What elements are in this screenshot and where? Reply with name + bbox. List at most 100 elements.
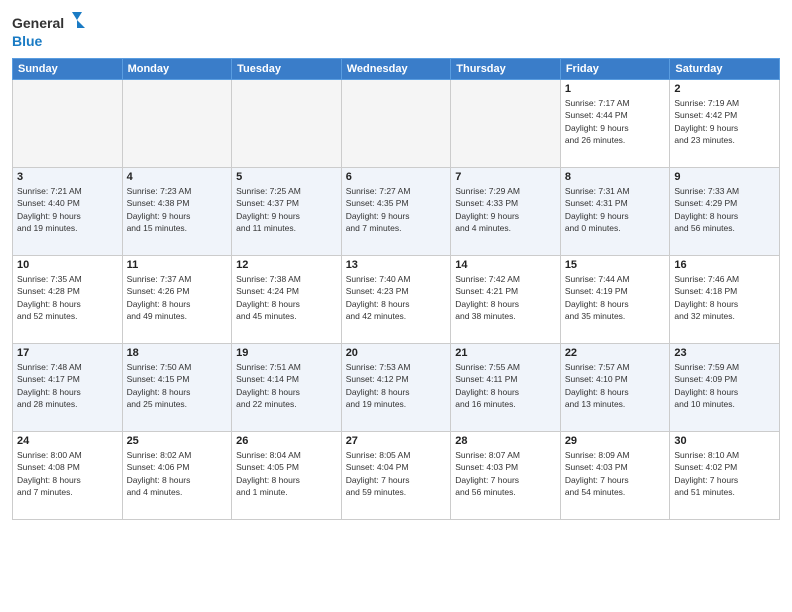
day-number: 27: [346, 435, 447, 447]
calendar-cell: 9 Sunrise: 7:33 AMSunset: 4:29 PMDaylight…: [670, 168, 780, 256]
day-info: Sunrise: 7:48 AMSunset: 4:17 PMDaylight:…: [17, 361, 118, 410]
day-header-sunday: Sunday: [13, 59, 123, 80]
calendar-cell: 25 Sunrise: 8:02 AMSunset: 4:06 PMDayligh…: [122, 432, 232, 520]
day-number: 25: [127, 435, 228, 447]
calendar-cell: 13 Sunrise: 7:40 AMSunset: 4:23 PMDayligh…: [341, 256, 451, 344]
day-header-wednesday: Wednesday: [341, 59, 451, 80]
calendar-cell: 24 Sunrise: 8:00 AMSunset: 4:08 PMDayligh…: [13, 432, 123, 520]
day-info: Sunrise: 8:04 AMSunset: 4:05 PMDaylight:…: [236, 449, 337, 498]
day-info: Sunrise: 7:33 AMSunset: 4:29 PMDaylight:…: [674, 185, 775, 234]
logo: GeneralBlue: [12, 10, 92, 50]
day-number: 14: [455, 259, 556, 271]
calendar-cell: 10 Sunrise: 7:35 AMSunset: 4:28 PMDayligh…: [13, 256, 123, 344]
day-number: 16: [674, 259, 775, 271]
day-number: 10: [17, 259, 118, 271]
day-number: 11: [127, 259, 228, 271]
day-info: Sunrise: 7:40 AMSunset: 4:23 PMDaylight:…: [346, 273, 447, 322]
calendar-cell: 7 Sunrise: 7:29 AMSunset: 4:33 PMDaylight…: [451, 168, 561, 256]
day-info: Sunrise: 7:35 AMSunset: 4:28 PMDaylight:…: [17, 273, 118, 322]
calendar-cell: 2 Sunrise: 7:19 AMSunset: 4:42 PMDaylight…: [670, 80, 780, 168]
calendar-cell: 30 Sunrise: 8:10 AMSunset: 4:02 PMDayligh…: [670, 432, 780, 520]
calendar-week-5: 24 Sunrise: 8:00 AMSunset: 4:08 PMDayligh…: [13, 432, 780, 520]
day-info: Sunrise: 7:59 AMSunset: 4:09 PMDaylight:…: [674, 361, 775, 410]
day-info: Sunrise: 7:55 AMSunset: 4:11 PMDaylight:…: [455, 361, 556, 410]
svg-text:General: General: [12, 15, 64, 31]
calendar-body: 1 Sunrise: 7:17 AMSunset: 4:44 PMDaylight…: [13, 80, 780, 520]
day-number: 13: [346, 259, 447, 271]
day-number: 21: [455, 347, 556, 359]
day-info: Sunrise: 7:19 AMSunset: 4:42 PMDaylight:…: [674, 97, 775, 146]
day-info: Sunrise: 7:53 AMSunset: 4:12 PMDaylight:…: [346, 361, 447, 410]
day-header-thursday: Thursday: [451, 59, 561, 80]
calendar-week-1: 1 Sunrise: 7:17 AMSunset: 4:44 PMDaylight…: [13, 80, 780, 168]
day-number: 1: [565, 83, 666, 95]
calendar-cell: 4Sunrise: 7:23 AMSunset: 4:38 PMDaylight…: [122, 168, 232, 256]
day-info: Sunrise: 8:05 AMSunset: 4:04 PMDaylight:…: [346, 449, 447, 498]
day-number: 8: [565, 171, 666, 183]
calendar-cell: 3 Sunrise: 7:21 AMSunset: 4:40 PMDaylight…: [13, 168, 123, 256]
day-number: 22: [565, 347, 666, 359]
day-number: 7: [455, 171, 556, 183]
day-info: Sunrise: 7:25 AMSunset: 4:37 PMDaylight:…: [236, 185, 337, 234]
day-header-friday: Friday: [560, 59, 670, 80]
day-number: 20: [346, 347, 447, 359]
day-info: Sunrise: 7:27 AMSunset: 4:35 PMDaylight:…: [346, 185, 447, 234]
day-info: Sunrise: 8:09 AMSunset: 4:03 PMDaylight:…: [565, 449, 666, 498]
day-info: Sunrise: 7:57 AMSunset: 4:10 PMDaylight:…: [565, 361, 666, 410]
calendar-cell: 19 Sunrise: 7:51 AMSunset: 4:14 PMDayligh…: [232, 344, 342, 432]
calendar-cell: [13, 80, 123, 168]
calendar-cell: 1 Sunrise: 7:17 AMSunset: 4:44 PMDaylight…: [560, 80, 670, 168]
day-info: Sunrise: 7:17 AMSunset: 4:44 PMDaylight:…: [565, 97, 666, 146]
day-info: Sunrise: 7:38 AMSunset: 4:24 PMDaylight:…: [236, 273, 337, 322]
calendar-cell: 28Sunrise: 8:07 AMSunset: 4:03 PMDayligh…: [451, 432, 561, 520]
day-info: Sunrise: 7:46 AMSunset: 4:18 PMDaylight:…: [674, 273, 775, 322]
calendar-cell: 15Sunrise: 7:44 AMSunset: 4:19 PMDayligh…: [560, 256, 670, 344]
day-number: 24: [17, 435, 118, 447]
calendar-cell: [451, 80, 561, 168]
calendar-cell: 8 Sunrise: 7:31 AMSunset: 4:31 PMDaylight…: [560, 168, 670, 256]
day-number: 2: [674, 83, 775, 95]
day-info: Sunrise: 7:23 AMSunset: 4:38 PMDaylight:…: [127, 185, 228, 234]
day-info: Sunrise: 8:02 AMSunset: 4:06 PMDaylight:…: [127, 449, 228, 498]
logo-icon: GeneralBlue: [12, 10, 92, 50]
calendar-cell: 11 Sunrise: 7:37 AMSunset: 4:26 PMDayligh…: [122, 256, 232, 344]
calendar-week-3: 10 Sunrise: 7:35 AMSunset: 4:28 PMDayligh…: [13, 256, 780, 344]
day-number: 19: [236, 347, 337, 359]
day-header-saturday: Saturday: [670, 59, 780, 80]
calendar: SundayMondayTuesdayWednesdayThursdayFrid…: [12, 58, 780, 520]
calendar-week-4: 17 Sunrise: 7:48 AMSunset: 4:17 PMDayligh…: [13, 344, 780, 432]
day-info: Sunrise: 8:00 AMSunset: 4:08 PMDaylight:…: [17, 449, 118, 498]
calendar-cell: [341, 80, 451, 168]
day-info: Sunrise: 7:29 AMSunset: 4:33 PMDaylight:…: [455, 185, 556, 234]
day-number: 29: [565, 435, 666, 447]
calendar-cell: 21 Sunrise: 7:55 AMSunset: 4:11 PMDayligh…: [451, 344, 561, 432]
day-number: 12: [236, 259, 337, 271]
calendar-cell: 6 Sunrise: 7:27 AMSunset: 4:35 PMDaylight…: [341, 168, 451, 256]
page-header: GeneralBlue: [12, 10, 780, 50]
day-header-monday: Monday: [122, 59, 232, 80]
day-info: Sunrise: 7:51 AMSunset: 4:14 PMDaylight:…: [236, 361, 337, 410]
calendar-cell: 18Sunrise: 7:50 AMSunset: 4:15 PMDayligh…: [122, 344, 232, 432]
calendar-cell: 27 Sunrise: 8:05 AMSunset: 4:04 PMDayligh…: [341, 432, 451, 520]
day-number: 3: [17, 171, 118, 183]
calendar-cell: 20 Sunrise: 7:53 AMSunset: 4:12 PMDayligh…: [341, 344, 451, 432]
day-info: Sunrise: 7:37 AMSunset: 4:26 PMDaylight:…: [127, 273, 228, 322]
day-info: Sunrise: 8:10 AMSunset: 4:02 PMDaylight:…: [674, 449, 775, 498]
day-number: 17: [17, 347, 118, 359]
day-info: Sunrise: 7:21 AMSunset: 4:40 PMDaylight:…: [17, 185, 118, 234]
calendar-cell: 23Sunrise: 7:59 AMSunset: 4:09 PMDayligh…: [670, 344, 780, 432]
day-info: Sunrise: 7:31 AMSunset: 4:31 PMDaylight:…: [565, 185, 666, 234]
calendar-cell: 29 Sunrise: 8:09 AMSunset: 4:03 PMDayligh…: [560, 432, 670, 520]
calendar-week-2: 3 Sunrise: 7:21 AMSunset: 4:40 PMDaylight…: [13, 168, 780, 256]
calendar-cell: 12 Sunrise: 7:38 AMSunset: 4:24 PMDayligh…: [232, 256, 342, 344]
day-number: 30: [674, 435, 775, 447]
calendar-header-row: SundayMondayTuesdayWednesdayThursdayFrid…: [13, 59, 780, 80]
day-number: 28: [455, 435, 556, 447]
calendar-cell: [232, 80, 342, 168]
day-number: 26: [236, 435, 337, 447]
day-number: 9: [674, 171, 775, 183]
day-number: 6: [346, 171, 447, 183]
day-number: 15: [565, 259, 666, 271]
calendar-cell: [122, 80, 232, 168]
calendar-cell: 22 Sunrise: 7:57 AMSunset: 4:10 PMDayligh…: [560, 344, 670, 432]
